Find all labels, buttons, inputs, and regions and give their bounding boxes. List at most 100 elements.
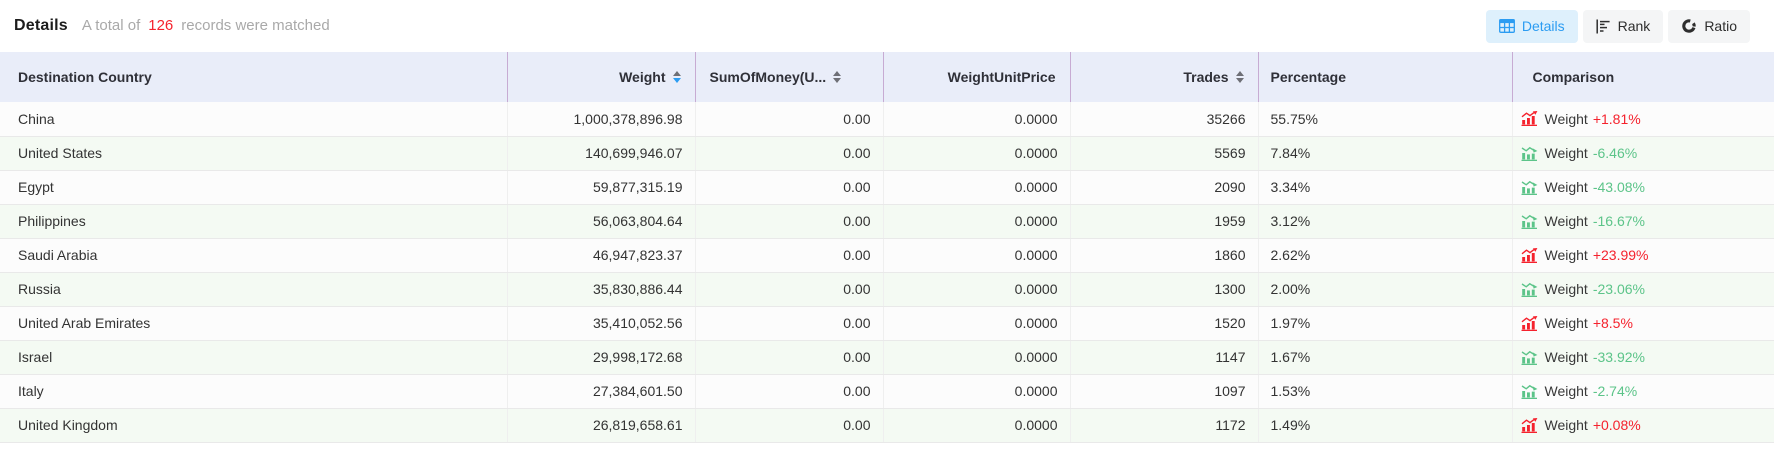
cell-weight: 29,998,172.68 [507,340,695,374]
sum-of-money-sort-control[interactable] [833,71,841,83]
cell-weight: 35,830,886.44 [507,272,695,306]
cell-weight-unit-price: 0.0000 [883,340,1070,374]
details-view-label: Details [1522,18,1565,34]
cell-sum-of-money: 0.00 [695,374,883,408]
comparison-metric-label: Weight [1545,315,1588,331]
cell-weight: 26,819,658.61 [507,408,695,442]
comparison-metric-label: Weight [1545,247,1588,263]
cell-trades: 2090 [1070,170,1258,204]
comparison-change-value: +8.5% [1593,315,1633,331]
comparison-metric-label: Weight [1545,349,1588,365]
sort-asc-icon [833,71,841,76]
cell-percentage: 1.53% [1258,374,1512,408]
comparison-badge: Weight +23.99% [1521,247,1774,263]
comparison-badge: Weight +0.08% [1521,417,1774,433]
ratio-view-button[interactable]: Ratio [1668,10,1750,43]
cell-sum-of-money: 0.00 [695,102,883,136]
comparison-change-value: +1.81% [1593,111,1641,127]
cell-comparison: Weight +1.81% [1512,102,1774,136]
cell-destination-country: Italy [0,374,507,408]
table-row: Egypt 59,877,315.19 0.00 0.0000 2090 3.3… [0,170,1774,204]
trend-down-chart-icon [1521,180,1538,195]
cell-weight-unit-price: 0.0000 [883,102,1070,136]
table-row: Saudi Arabia 46,947,823.37 0.00 0.0000 1… [0,238,1774,272]
table-row: United Kingdom 26,819,658.61 0.00 0.0000… [0,408,1774,442]
table-row: United States 140,699,946.07 0.00 0.0000… [0,136,1774,170]
cell-comparison: Weight +0.08% [1512,408,1774,442]
rank-view-label: Rank [1618,18,1651,34]
comparison-metric-label: Weight [1545,383,1588,399]
trades-sort-control[interactable] [1236,71,1244,83]
summary-suffix: records were matched [181,17,329,34]
cell-weight: 1,000,378,896.98 [507,102,695,136]
sort-asc-icon [673,71,681,76]
sort-desc-icon [833,78,841,83]
trend-up-chart-icon [1521,111,1538,126]
column-header-percentage: Percentage [1258,52,1512,102]
cell-weight: 140,699,946.07 [507,136,695,170]
cell-sum-of-money: 0.00 [695,408,883,442]
table-row: United Arab Emirates 35,410,052.56 0.00 … [0,306,1774,340]
cell-sum-of-money: 0.00 [695,136,883,170]
comparison-badge: Weight -2.74% [1521,383,1774,399]
cell-sum-of-money: 0.00 [695,306,883,340]
weight-sort-control[interactable] [673,71,681,83]
cell-destination-country: United Arab Emirates [0,306,507,340]
rank-icon [1596,19,1611,34]
trend-up-chart-icon [1521,418,1538,433]
comparison-change-value: -2.74% [1593,383,1637,399]
cell-comparison: Weight +23.99% [1512,238,1774,272]
cell-comparison: Weight +8.5% [1512,306,1774,340]
cell-weight: 56,063,804.64 [507,204,695,238]
comparison-change-value: -43.08% [1593,179,1645,195]
comparison-badge: Weight -6.46% [1521,145,1774,161]
cell-percentage: 2.00% [1258,272,1512,306]
trade-details-panel: Details A total of126records were matche… [0,0,1774,443]
cell-weight-unit-price: 0.0000 [883,238,1070,272]
table-icon [1499,19,1515,33]
comparison-metric-label: Weight [1545,213,1588,229]
comparison-badge: Weight -23.06% [1521,281,1774,297]
cell-weight-unit-price: 0.0000 [883,374,1070,408]
comparison-badge: Weight -16.67% [1521,213,1774,229]
ratio-icon [1681,18,1697,34]
cell-sum-of-money: 0.00 [695,204,883,238]
cell-destination-country: Israel [0,340,507,374]
cell-destination-country: Philippines [0,204,507,238]
comparison-change-value: -33.92% [1593,349,1645,365]
cell-trades: 1860 [1070,238,1258,272]
title-group: Details A total of126records were matche… [14,17,330,35]
cell-weight-unit-price: 0.0000 [883,170,1070,204]
cell-percentage: 1.49% [1258,408,1512,442]
rank-view-button[interactable]: Rank [1583,10,1664,43]
column-header-comparison: Comparison [1512,52,1774,102]
cell-trades: 1520 [1070,306,1258,340]
comparison-change-value: +0.08% [1593,417,1641,433]
cell-destination-country: Egypt [0,170,507,204]
cell-percentage: 55.75% [1258,102,1512,136]
cell-sum-of-money: 0.00 [695,272,883,306]
cell-trades: 35266 [1070,102,1258,136]
cell-comparison: Weight -16.67% [1512,204,1774,238]
column-header-weight[interactable]: Weight [507,52,695,102]
cell-destination-country: Saudi Arabia [0,238,507,272]
cell-destination-country: United Kingdom [0,408,507,442]
page-title: Details [14,17,68,35]
table-row: Italy 27,384,601.50 0.00 0.0000 1097 1.5… [0,374,1774,408]
cell-percentage: 7.84% [1258,136,1512,170]
cell-sum-of-money: 0.00 [695,170,883,204]
cell-percentage: 3.12% [1258,204,1512,238]
records-summary: A total of126records were matched [82,17,330,34]
sort-desc-icon [673,78,681,83]
cell-weight-unit-price: 0.0000 [883,204,1070,238]
trend-up-chart-icon [1521,248,1538,263]
cell-destination-country: China [0,102,507,136]
details-view-button[interactable]: Details [1486,10,1578,43]
trend-down-chart-icon [1521,214,1538,229]
cell-comparison: Weight -43.08% [1512,170,1774,204]
cell-sum-of-money: 0.00 [695,238,883,272]
sort-asc-icon [1236,71,1244,76]
column-header-trades[interactable]: Trades [1070,52,1258,102]
cell-trades: 5569 [1070,136,1258,170]
column-header-sum-of-money[interactable]: SumOfMoney(U... [695,52,883,102]
